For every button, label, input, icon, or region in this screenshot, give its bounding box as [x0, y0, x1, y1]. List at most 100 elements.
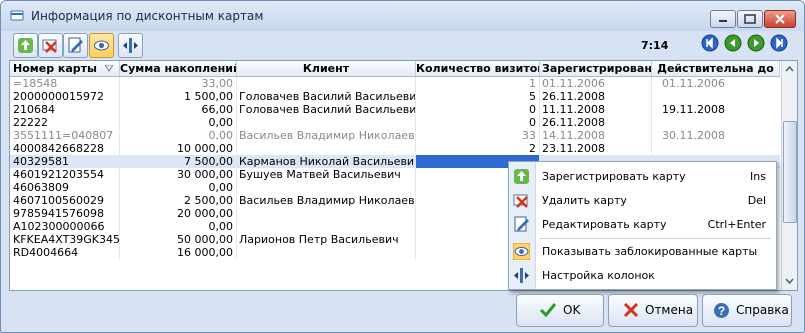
cell-card[interactable]: 9785941576098 [10, 207, 120, 220]
cell-sum[interactable]: 0,00 [120, 181, 237, 194]
cell-card[interactable]: 40329581 [10, 155, 120, 168]
cell-client[interactable]: Головачев Василий Васильевич [237, 90, 416, 103]
ok-button[interactable]: OK [516, 294, 604, 327]
menu-item-edit[interactable]: Редактировать карту Ctrl+Enter [509, 213, 776, 235]
nav-prev-button[interactable] [724, 34, 742, 52]
cell-registered[interactable]: 01.11.2006 [540, 77, 652, 90]
cell-sum[interactable]: 7 500,00 [120, 155, 237, 168]
cell-card[interactable]: 210684 [10, 103, 120, 116]
column-header-registered[interactable]: Зарегистрирована [540, 61, 652, 76]
cell-client[interactable] [237, 207, 416, 220]
cell-valid[interactable] [652, 116, 780, 129]
cell-valid[interactable]: 30.11.2008 [652, 129, 780, 142]
cell-sum[interactable]: 10 000,00 [120, 142, 237, 155]
cell-registered[interactable]: 11.11.2008 [540, 103, 652, 116]
nav-next-button[interactable] [747, 34, 765, 52]
cell-visits[interactable]: 33 [416, 129, 540, 142]
cell-client[interactable] [237, 181, 416, 194]
maximize-button[interactable] [737, 10, 763, 28]
cell-sum[interactable]: 0,00 [120, 116, 237, 129]
cell-client[interactable] [237, 142, 416, 155]
cell-card[interactable]: 22222 [10, 116, 120, 129]
cell-client[interactable] [237, 246, 416, 259]
cell-card[interactable]: 4607100560029 [10, 194, 120, 207]
cell-card[interactable]: A102300000066 [10, 220, 120, 233]
cell-client[interactable]: Головачев Василий Васильевич [237, 103, 416, 116]
column-header-valid-until[interactable]: Действительна до [652, 61, 780, 76]
cell-card[interactable]: 2000000015972 [10, 90, 120, 103]
column-header-visits[interactable]: Количество визитов [416, 61, 540, 76]
cell-client[interactable] [237, 116, 416, 129]
edit-card-button[interactable] [63, 33, 88, 58]
show-blocked-button[interactable] [89, 33, 114, 58]
cell-client[interactable] [237, 77, 416, 90]
cell-valid[interactable]: 01.11.2006 [652, 77, 780, 90]
scroll-up-icon[interactable] [783, 62, 796, 76]
cell-visits[interactable]: 0 [416, 116, 540, 129]
cell-registered[interactable]: 14.11.2008 [540, 129, 652, 142]
cell-valid[interactable] [652, 90, 780, 103]
cell-client[interactable]: Бушуев Матвей Васильевич [237, 168, 416, 181]
cell-registered[interactable]: 23.11.2008 [540, 142, 652, 155]
cell-registered[interactable]: 26.11.2008 [540, 116, 652, 129]
cell-sum[interactable]: 50 000,00 [120, 233, 237, 246]
column-header-client[interactable]: Клиент [237, 61, 416, 76]
cell-client[interactable]: Ларионов Петр Васильевич [237, 233, 416, 246]
minimize-button[interactable] [710, 10, 736, 28]
cell-registered[interactable]: 26.11.2008 [540, 90, 652, 103]
delete-card-button[interactable] [38, 33, 63, 58]
cell-card[interactable]: KFKEA4XT39GK3455 [10, 233, 120, 246]
cell-card[interactable]: 4601921203554 [10, 168, 120, 181]
scrollbar-thumb[interactable] [783, 121, 797, 223]
menu-item-delete[interactable]: Удалить карту Del [509, 189, 776, 211]
cell-client[interactable] [237, 220, 416, 233]
cancel-icon [623, 302, 639, 318]
cell-sum[interactable]: 1 500,00 [120, 90, 237, 103]
nav-first-button[interactable] [701, 34, 719, 52]
cell-card[interactable]: RD4004664 [10, 246, 120, 259]
column-header-sum[interactable]: Сумма накоплений [120, 61, 237, 76]
cell-sum[interactable]: 33,00 [120, 77, 237, 90]
register-card-button[interactable] [13, 33, 38, 58]
cell-sum[interactable]: 2 500,00 [120, 194, 237, 207]
menu-item-column-settings[interactable]: Настройка колонок [509, 264, 776, 286]
scroll-down-icon[interactable] [783, 274, 796, 288]
cell-valid[interactable]: 19.11.2008 [652, 103, 780, 116]
cell-sum[interactable]: 20 000,00 [120, 207, 237, 220]
table-row[interactable]: 210684 66,00 Головачев Василий Васильевич 0… [10, 103, 780, 116]
cell-client[interactable]: Васильев Владимир Николаевич [237, 129, 416, 142]
cell-sum[interactable]: 30 000,00 [120, 168, 237, 181]
cell-sum[interactable]: 0,00 [120, 129, 237, 142]
close-button[interactable] [764, 10, 796, 28]
nav-last-button[interactable] [770, 34, 788, 52]
menu-item-label: Редактировать карту [542, 218, 667, 231]
cell-visits[interactable]: 1 [416, 77, 540, 90]
check-icon [539, 303, 557, 318]
cell-client[interactable]: Васильев Владимир Николаевич [237, 194, 416, 207]
cell-valid[interactable] [652, 142, 780, 155]
table-row[interactable]: 3551111=040807 0,00 Васильев Владимир Нико… [10, 129, 780, 142]
cell-sum[interactable]: 0,00 [120, 220, 237, 233]
column-settings-button[interactable] [118, 33, 143, 58]
vertical-scrollbar[interactable] [781, 61, 797, 290]
cell-visits[interactable]: 5 [416, 90, 540, 103]
cell-card[interactable]: 46063809 [10, 181, 120, 194]
menu-item-show-blocked[interactable]: Показывать заблокированные карты [509, 240, 776, 262]
cell-visits[interactable]: 0 [416, 103, 540, 116]
cell-card[interactable]: =18548 [10, 77, 120, 90]
cancel-button[interactable]: Отмена [608, 294, 698, 327]
cell-client[interactable]: Карманов Николай Васильевич [237, 155, 416, 168]
menu-item-register[interactable]: Зарегистрировать карту Ins [509, 165, 776, 187]
cell-sum[interactable]: 16 000,00 [120, 246, 237, 259]
table-row[interactable]: 2000000015972 1 500,00 Головачев Василий В… [10, 90, 780, 103]
cell-card[interactable]: 3551111=040807 [10, 129, 120, 142]
cell-card[interactable]: 4000842668228 [10, 142, 120, 155]
table-row[interactable]: 4000842668228 10 000,00 2 23.11.2008 [10, 142, 780, 155]
column-header-card-number[interactable]: Номер карты [10, 61, 120, 76]
cell-visits[interactable]: 2 [416, 142, 540, 155]
table-row[interactable]: 22222 0,00 0 26.11.2008 [10, 116, 780, 129]
cell-sum[interactable]: 66,00 [120, 103, 237, 116]
help-button[interactable]: ? Справка [702, 294, 792, 327]
title-bar[interactable]: Информация по дисконтным картам [1, 1, 804, 31]
table-row[interactable]: =18548 33,00 1 01.11.2006 01.11.2006 [10, 77, 780, 90]
